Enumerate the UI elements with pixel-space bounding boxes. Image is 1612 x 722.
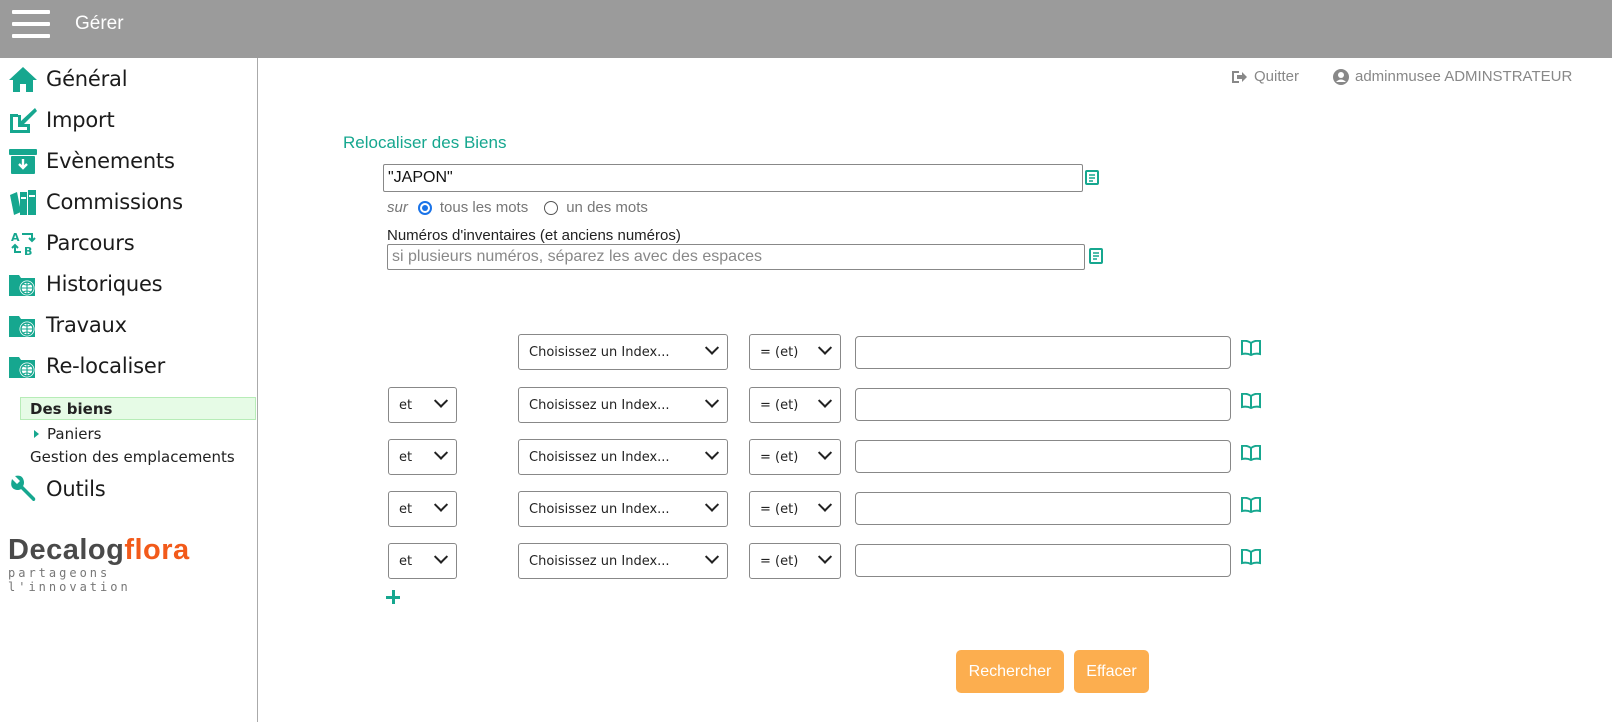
radio-all-words[interactable] bbox=[417, 200, 432, 215]
connector-select[interactable]: et bbox=[388, 439, 457, 475]
criteria-value-input[interactable] bbox=[855, 544, 1231, 577]
import-icon bbox=[8, 106, 38, 134]
radio-any-word[interactable] bbox=[544, 200, 559, 215]
sidebar-item-import[interactable]: Import bbox=[8, 103, 115, 137]
chevron-down-icon bbox=[704, 497, 720, 512]
inventory-numbers-input[interactable] bbox=[387, 244, 1085, 270]
archive-box-icon bbox=[8, 147, 38, 175]
chevron-down-icon bbox=[817, 497, 833, 512]
sidebar-item-relocaliser[interactable]: Re-localiser bbox=[8, 349, 165, 383]
decalog-flora-logo: Decalogflora partageons l'innovation bbox=[8, 534, 190, 594]
criteria-value-input[interactable] bbox=[855, 492, 1231, 525]
connector-select[interactable]: et bbox=[388, 491, 457, 527]
operator-select[interactable]: = (et) bbox=[749, 543, 841, 579]
operator-select[interactable]: = (et) bbox=[749, 439, 841, 475]
index-select[interactable]: Choisissez un Index... bbox=[518, 439, 728, 475]
open-book-icon[interactable] bbox=[1241, 549, 1261, 565]
index-select[interactable]: Choisissez un Index... bbox=[518, 543, 728, 579]
books-icon bbox=[8, 188, 38, 216]
chevron-down-icon bbox=[704, 340, 720, 355]
index-select[interactable]: Choisissez un Index... bbox=[518, 491, 728, 527]
index-select[interactable]: Choisissez un Index... bbox=[518, 334, 728, 370]
folder-globe-icon bbox=[8, 352, 38, 380]
sidebar-item-historiques[interactable]: Historiques bbox=[8, 267, 163, 301]
chevron-down-icon bbox=[433, 445, 449, 460]
criteria-value-input[interactable] bbox=[855, 388, 1231, 421]
criteria-value-input[interactable] bbox=[855, 336, 1231, 369]
chevron-down-icon bbox=[433, 393, 449, 408]
route-ab-icon: AB bbox=[8, 229, 38, 257]
operator-select[interactable]: = (et) bbox=[749, 387, 841, 423]
chevron-down-icon bbox=[433, 549, 449, 564]
sidebar-item-parcours[interactable]: AB Parcours bbox=[8, 226, 135, 260]
add-criteria-plus-icon[interactable] bbox=[386, 585, 402, 609]
open-book-icon[interactable] bbox=[1241, 445, 1261, 461]
open-book-icon[interactable] bbox=[1241, 497, 1261, 513]
connector-select[interactable]: et bbox=[388, 543, 457, 579]
sidebar-item-outils[interactable]: Outils bbox=[8, 472, 106, 506]
chevron-down-icon bbox=[817, 549, 833, 564]
criteria-value-input[interactable] bbox=[855, 440, 1231, 473]
folder-globe-icon bbox=[8, 270, 38, 298]
home-icon bbox=[8, 65, 38, 93]
thesaurus-book-icon[interactable] bbox=[1085, 170, 1099, 185]
index-select[interactable]: Choisissez un Index... bbox=[518, 387, 728, 423]
search-button[interactable]: Rechercher bbox=[956, 650, 1064, 693]
sign-out-icon bbox=[1232, 70, 1247, 83]
caret-right-icon bbox=[34, 430, 39, 438]
chevron-down-icon bbox=[817, 340, 833, 355]
sidebar-item-travaux[interactable]: Travaux bbox=[8, 308, 127, 342]
quit-link[interactable]: Quitter bbox=[1231, 68, 1299, 85]
connector-select[interactable]: et bbox=[388, 387, 457, 423]
sidebar-item-evenements[interactable]: Evènements bbox=[8, 144, 175, 178]
chevron-down-icon bbox=[704, 393, 720, 408]
thesaurus-book-icon[interactable] bbox=[1089, 248, 1103, 264]
chevron-down-icon bbox=[817, 445, 833, 460]
chevron-down-icon bbox=[817, 393, 833, 408]
search-mode-row: sur tous les mots un des mots bbox=[387, 199, 648, 216]
app-title: Gérer bbox=[75, 13, 124, 34]
top-bar: Gérer bbox=[0, 0, 1612, 58]
user-circle-icon bbox=[1333, 68, 1349, 85]
chevron-down-icon bbox=[704, 445, 720, 460]
sidebar-subitem-paniers[interactable]: Paniers bbox=[34, 425, 101, 443]
inventory-label: Numéros d'inventaires (et anciens numéro… bbox=[387, 227, 681, 244]
operator-select[interactable]: = (et) bbox=[749, 491, 841, 527]
folder-globe-icon bbox=[8, 311, 38, 339]
open-book-icon[interactable] bbox=[1241, 340, 1261, 356]
search-input[interactable] bbox=[383, 164, 1083, 192]
operator-select[interactable]: = (et) bbox=[749, 334, 841, 370]
section-title: Relocaliser des Biens bbox=[343, 133, 507, 152]
sidebar-subitem-emplacements[interactable]: Gestion des emplacements bbox=[30, 448, 235, 466]
clear-button[interactable]: Effacer bbox=[1074, 650, 1149, 693]
chevron-down-icon bbox=[433, 497, 449, 512]
svg-text:B: B bbox=[24, 245, 32, 257]
hamburger-menu-icon[interactable] bbox=[12, 10, 50, 38]
wrench-icon bbox=[8, 475, 38, 503]
sidebar-item-commissions[interactable]: Commissions bbox=[8, 185, 183, 219]
sidebar-subitem-des-biens[interactable]: Des biens bbox=[20, 397, 256, 420]
open-book-icon[interactable] bbox=[1241, 393, 1261, 409]
sidebar-item-general[interactable]: Général bbox=[8, 62, 128, 96]
user-info: adminmusee ADMINSTRATEUR bbox=[1333, 68, 1572, 85]
svg-text:A: A bbox=[11, 231, 20, 244]
chevron-down-icon bbox=[704, 549, 720, 564]
sidebar: Général Import Evènements Commissions AB… bbox=[0, 58, 258, 722]
